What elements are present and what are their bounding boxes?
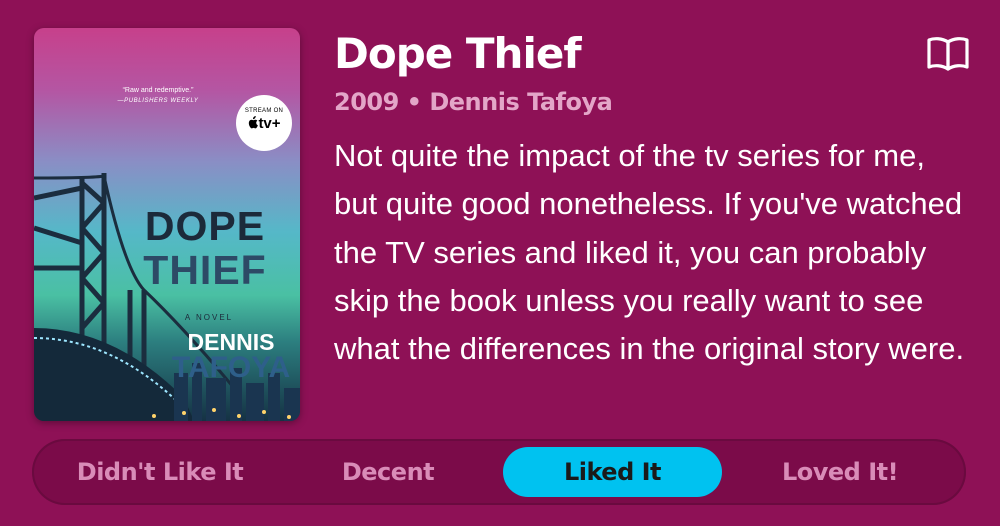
rating-option-decent[interactable]: Decent: [272, 447, 504, 497]
cover-author-line2: TAFOYA: [171, 351, 291, 384]
apple-tv-badge: STREAM ON tv+: [236, 95, 292, 151]
cover-quote-text: “Raw and redemptive.”: [122, 87, 194, 94]
book-title: Dope Thief: [334, 29, 582, 78]
badge-stream-label: STREAM ON: [244, 108, 284, 114]
badge-service: tv+: [236, 115, 292, 132]
rating-option-didnt-like[interactable]: Didn't Like It: [44, 447, 276, 497]
cover-title-line2: THIEF: [143, 247, 267, 293]
cover-author: DENNIS TAFOYA: [146, 330, 300, 384]
review-text: Not quite the impact of the tv series fo…: [334, 138, 965, 367]
book-meta: 2009 • Dennis Tafoya: [334, 88, 613, 116]
badge-service-label: tv+: [258, 115, 281, 132]
book-open-icon[interactable]: [926, 36, 970, 72]
rating-option-loved[interactable]: Loved It!: [724, 447, 956, 497]
book-cover: “Raw and redemptive.” —PUBLISHERS WEEKLY…: [34, 28, 300, 421]
cover-subtitle: A NOVEL: [184, 313, 234, 322]
cover-title-line1: DOPE: [144, 203, 266, 249]
rating-option-liked[interactable]: Liked It: [503, 447, 722, 497]
cover-quote: “Raw and redemptive.” —PUBLISHERS WEEKLY: [88, 86, 228, 106]
cover-quote-source: —PUBLISHERS WEEKLY: [117, 98, 199, 104]
apple-logo-icon: [249, 116, 259, 129]
cover-title: DOPE THIEF: [110, 204, 300, 292]
rating-selector: Didn't Like It Decent Liked It Loved It!: [32, 439, 966, 505]
